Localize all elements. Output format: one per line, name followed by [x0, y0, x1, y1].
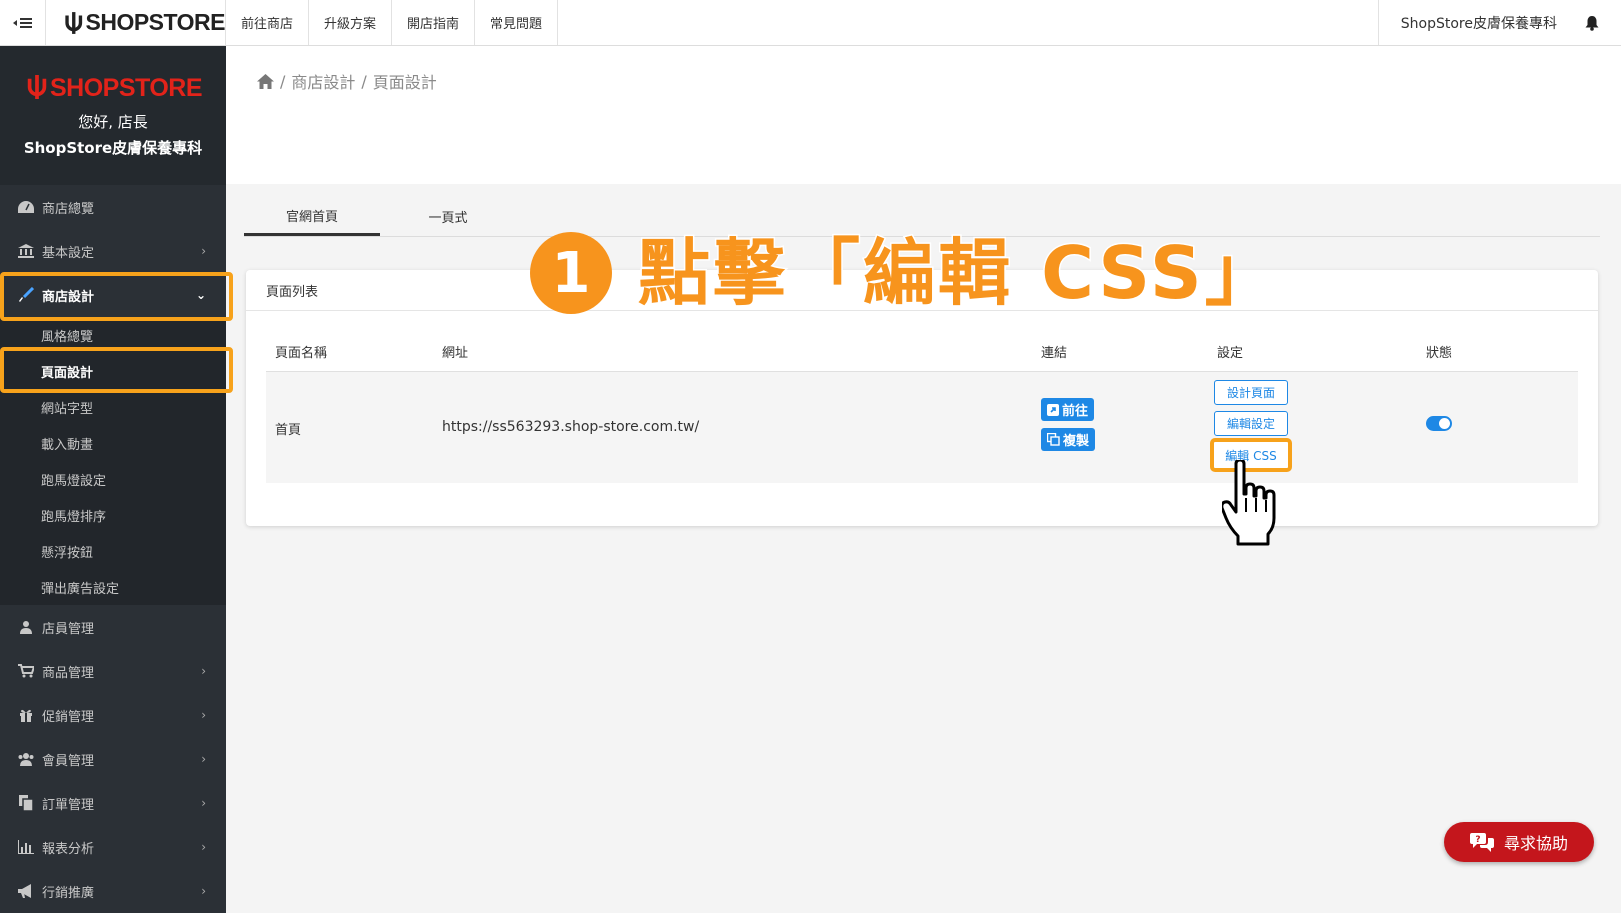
store-name-menu[interactable]: ShopStore皮膚保養專科 [1377, 0, 1579, 45]
nav-faq[interactable]: 常見問題 [475, 0, 559, 45]
tab-official-home[interactable]: 官網首頁 [244, 197, 380, 236]
breadcrumb-store-design[interactable]: 商店設計 [291, 69, 355, 93]
header-settings: 設定 [1217, 346, 1244, 361]
chevron-right-icon: › [201, 664, 206, 678]
sidebar-item-staff[interactable]: 店員管理 [0, 605, 226, 649]
shopstore-logo-icon [65, 11, 83, 34]
top-right: ShopStore皮膚保養專科 [1377, 0, 1621, 45]
chevron-right-icon: › [201, 708, 206, 722]
submenu-marquee-order[interactable]: 跑馬燈排序 [0, 497, 226, 533]
highlight-store-design [0, 272, 233, 321]
sidebar-item-label: 店員管理 [42, 621, 95, 637]
chat-question-icon: ? [1469, 833, 1494, 852]
go-button-label: 前往 [1062, 404, 1089, 419]
breadcrumb-page-design: 頁面設計 [372, 73, 437, 92]
users-icon [16, 751, 36, 767]
page-header-area [226, 46, 1621, 184]
breadcrumb-separator: / [280, 71, 286, 91]
sidebar-item-label: 商店總覽 [42, 201, 95, 217]
sidebar-item-products[interactable]: 商品管理 › [0, 649, 226, 693]
help-button-label: 尋求協助 [1503, 834, 1568, 853]
cart-icon [16, 663, 36, 679]
row-page-name: 首頁 [275, 423, 302, 438]
highlight-page-design [0, 347, 233, 393]
edit-settings-button[interactable]: 編輯設定 [1214, 411, 1288, 436]
sidebar-item-label: 會員管理 [42, 753, 95, 769]
external-link-icon [1047, 403, 1059, 416]
bell-icon [1585, 15, 1599, 31]
breadcrumb: / 商店設計 / 頁面設計 [257, 69, 437, 93]
sidebar-shop-name: ShopStore皮膚保養專科 [23, 139, 203, 157]
svg-text:?: ? [1475, 835, 1480, 845]
nav-upgrade-plan[interactable]: 升級方案 [309, 0, 393, 45]
sidebar: SHOPSTORE 您好, 店長 ShopStore皮膚保養專科 商店總覽 基本… [0, 46, 233, 913]
user-secret-icon [16, 619, 36, 635]
sidebar-item-reports[interactable]: 報表分析 › [0, 825, 226, 869]
submenu-loading-animation[interactable]: 載入動畫 [0, 425, 226, 461]
top-nav: 前往商店 升級方案 開店指南 常見問題 [226, 0, 559, 45]
header-page-name: 頁面名稱 [275, 346, 328, 361]
top-logo-text: SHOPSTORE [85, 9, 226, 35]
step-number: 1 [530, 232, 612, 314]
sidebar-toggle-button[interactable] [0, 0, 46, 45]
submenu-popup-ad-settings[interactable]: 彈出廣告設定 [0, 569, 226, 605]
copy-icon [16, 795, 36, 811]
submenu-site-font[interactable]: 網站字型 [0, 389, 226, 425]
sidebar-item-label: 行銷推廣 [42, 885, 95, 901]
sidebar-item-members[interactable]: 會員管理 › [0, 737, 226, 781]
header-link: 連結 [1041, 346, 1068, 361]
sidebar-item-label: 商品管理 [42, 665, 95, 681]
header-status: 狀態 [1426, 346, 1453, 361]
sidebar-item-basic-settings[interactable]: 基本設定 › [0, 229, 226, 273]
row-url[interactable]: https://ss563293.shop-store.com.tw/ [442, 419, 699, 435]
submenu-marquee-settings[interactable]: 跑馬燈設定 [0, 461, 226, 497]
top-bar: SHOPSTORE 前往商店 升級方案 開店指南 常見問題 ShopStore皮… [0, 0, 1621, 46]
sidebar-item-label: 促銷管理 [42, 709, 95, 725]
bank-icon [16, 243, 36, 259]
sidebar-item-label: 基本設定 [42, 245, 95, 261]
shopstore-logo-icon [27, 75, 47, 99]
sidebar-item-marketing[interactable]: 行銷推廣 › [0, 869, 226, 913]
copy-button-label: 複製 [1063, 434, 1090, 449]
design-page-button[interactable]: 設計頁面 [1214, 380, 1288, 405]
sidebar-logo: SHOPSTORE [0, 74, 226, 103]
gift-icon [16, 707, 36, 723]
status-toggle[interactable] [1426, 416, 1452, 431]
bullhorn-icon [16, 883, 36, 899]
dashboard-icon [16, 199, 36, 215]
home-icon[interactable] [257, 73, 274, 89]
sidebar-item-label: 報表分析 [42, 841, 95, 857]
copy-button[interactable]: 複製 [1041, 428, 1096, 451]
chevron-right-icon: › [201, 244, 206, 258]
chevron-right-icon: › [201, 796, 206, 810]
chevron-right-icon: › [201, 752, 206, 766]
copy-icon [1047, 433, 1060, 446]
nav-go-store[interactable]: 前往商店 [226, 0, 310, 45]
top-logo[interactable]: SHOPSTORE [46, 0, 226, 45]
sidebar-item-label: 訂單管理 [42, 797, 95, 813]
sidebar-item-orders[interactable]: 訂單管理 › [0, 781, 226, 825]
sidebar-logo-text: SHOPSTORE [49, 74, 203, 102]
hand-pointer-icon [1222, 460, 1276, 546]
header-url: 網址 [442, 346, 469, 361]
sidebar-item-overview[interactable]: 商店總覽 [0, 185, 226, 229]
instruction-annotation: 1 點擊「編輯 CSS」 [530, 232, 1280, 314]
chevron-right-icon: › [201, 840, 206, 854]
help-button[interactable]: ? 尋求協助 [1444, 822, 1594, 862]
sidebar-greeting: 您好, 店長 [78, 113, 148, 131]
bar-chart-icon [16, 839, 36, 855]
sidebar-brand: SHOPSTORE 您好, 店長 ShopStore皮膚保養專科 [0, 46, 226, 185]
submenu-floating-button[interactable]: 懸浮按鈕 [0, 533, 226, 569]
nav-store-guide[interactable]: 開店指南 [392, 0, 476, 45]
chevron-right-icon: › [201, 884, 206, 898]
instruction-text: 點擊「編輯 CSS」 [637, 231, 1280, 315]
breadcrumb-separator: / [361, 71, 367, 91]
notification-button[interactable] [1579, 0, 1621, 45]
sidebar-item-promotions[interactable]: 促銷管理 › [0, 693, 226, 737]
tab-one-page[interactable]: 一頁式 [380, 197, 516, 236]
go-button[interactable]: 前往 [1041, 398, 1095, 421]
menu-collapse-icon [12, 17, 32, 28]
